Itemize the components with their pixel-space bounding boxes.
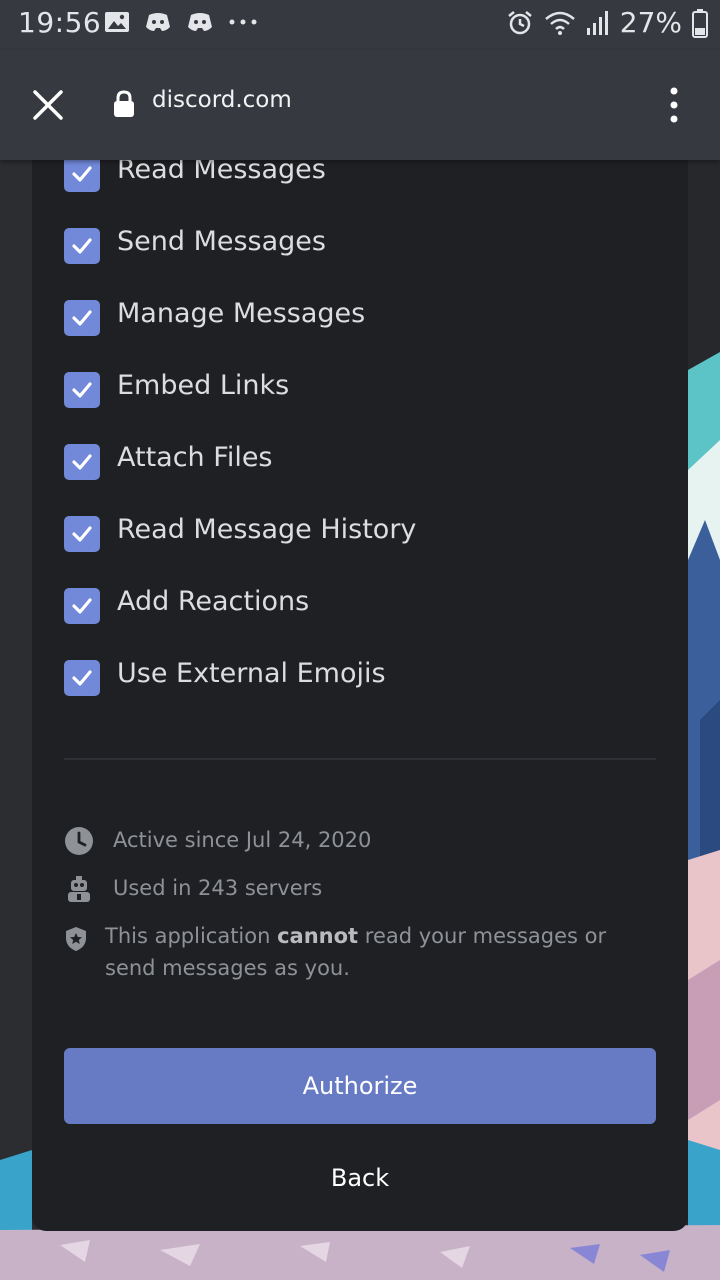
more-dots-icon [228,17,258,27]
close-icon[interactable] [28,85,68,125]
discord-icon [144,11,172,33]
checkbox-checked[interactable] [64,516,100,552]
alarm-icon [506,9,534,37]
authorize-button[interactable]: Authorize [64,1048,656,1124]
checkmark-icon [72,310,92,326]
overflow-menu-icon[interactable] [662,85,686,125]
status-right: 27% [506,6,708,39]
servers-row: Used in 243 servers [64,872,664,904]
permission-item[interactable]: Embed Links [64,370,664,444]
checkmark-icon [72,598,92,614]
robot-icon [64,874,94,909]
authorization-card: Read Messages Send Messages Manage Messa… [32,120,688,1231]
status-bar: 19:56 27% [0,0,720,50]
checkmark-icon [72,166,92,182]
signal-icon [586,10,610,36]
checkmark-icon [72,454,92,470]
servers-text: Used in 243 servers [113,876,323,900]
active-since-text: Active since Jul 24, 2020 [113,828,372,852]
security-text: This application cannot read your messag… [105,924,607,980]
permission-item[interactable]: Add Reactions [64,586,664,660]
checkbox-checked[interactable] [64,444,100,480]
checkbox-checked[interactable] [64,588,100,624]
checkbox-checked[interactable] [64,300,100,336]
permission-label: Send Messages [117,226,326,257]
checkbox-checked[interactable] [64,228,100,264]
checkmark-icon [72,670,92,686]
checkbox-checked[interactable] [64,660,100,696]
permission-item[interactable]: Use External Emojis [64,658,664,732]
section-divider [64,758,656,760]
permission-label: Use External Emojis [117,658,386,689]
permission-label: Manage Messages [117,298,366,329]
battery-icon [692,8,708,38]
back-button[interactable]: Back [64,1150,656,1206]
discord-icon [186,11,214,33]
permissions-list: Read Messages Send Messages Manage Messa… [64,154,664,732]
checkbox-checked[interactable] [64,372,100,408]
lock-icon [112,90,136,122]
active-since-row: Active since Jul 24, 2020 [64,824,664,856]
permission-label: Embed Links [117,370,290,401]
permission-label: Add Reactions [117,586,310,617]
checkmark-icon [72,382,92,398]
security-emphasis: cannot [277,924,359,948]
url-text[interactable]: discord.com [152,87,292,113]
permission-item[interactable]: Send Messages [64,226,664,300]
clock-icon [64,826,94,861]
permission-item[interactable]: Read Message History [64,514,664,588]
checkmark-icon [72,238,92,254]
permission-item[interactable]: Attach Files [64,442,664,516]
permission-item[interactable]: Read Messages [64,154,664,228]
checkbox-checked[interactable] [64,156,100,192]
status-time: 19:56 [18,6,102,39]
browser-toolbar: discord.com [0,50,720,160]
image-icon [104,10,130,34]
notification-icons [104,10,258,34]
security-notice: This application cannot read your messag… [64,920,664,986]
permission-label: Attach Files [117,442,273,473]
permission-item[interactable]: Manage Messages [64,298,664,372]
permission-label: Read Message History [117,514,417,545]
wifi-icon [544,10,576,36]
shield-icon [64,926,88,957]
battery-percent: 27% [619,6,682,39]
checkmark-icon [72,526,92,542]
